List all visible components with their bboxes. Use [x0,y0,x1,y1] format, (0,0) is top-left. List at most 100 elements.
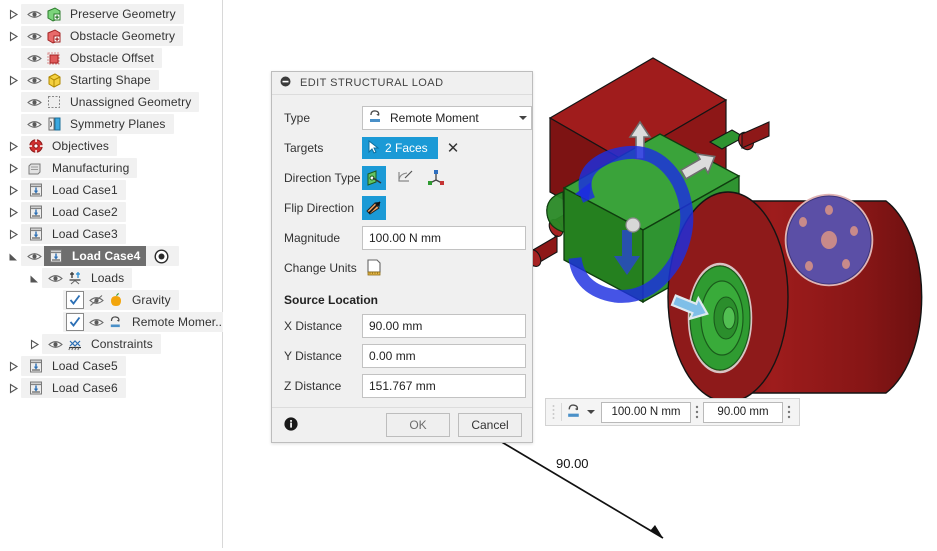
tree-item-gravity[interactable]: Gravity [47,289,179,311]
collapse-icon[interactable] [280,76,291,90]
drag-handle-icon[interactable] [550,403,558,421]
tree-item-body[interactable]: Obstacle Geometry [21,26,184,46]
visibility-icon[interactable] [24,246,44,266]
tree-item-body[interactable]: Objectives [21,136,118,156]
tree-item-body[interactable]: Obstacle Offset [21,48,162,68]
tree-item-load-case6[interactable]: Load Case6 [5,377,126,399]
visibility-off-icon[interactable] [86,290,106,310]
targets-selection-button[interactable]: 2 Faces [362,137,438,159]
expand-arrow-icon[interactable] [5,223,21,245]
visibility-icon[interactable] [24,48,44,68]
tree-item-body[interactable]: Load Case4 [21,246,180,266]
tree-item-manufacturing[interactable]: Manufacturing [5,157,138,179]
symmetry-planes-icon [44,114,63,134]
tree-item-label: Unassigned Geometry [70,95,192,109]
remote-moment-icon [106,312,125,332]
edit-structural-load-dialog[interactable]: EDIT STRUCTURAL LOAD Type Remote Moment [271,71,533,443]
load-value-hud[interactable]: 100.00 N mm 90.00 mm [545,398,800,426]
tree-item-label: Manufacturing [52,161,130,175]
clear-selection-button[interactable]: ✕ [447,141,460,156]
change-units-icon[interactable] [362,256,386,280]
tree-item-body[interactable]: Load Case6 [21,378,126,398]
z-distance-input[interactable]: 151.767 mm [362,374,526,398]
tree-item-load-case2[interactable]: Load Case2 [5,201,126,223]
direction-axes-icon[interactable] [424,166,448,190]
y-distance-input[interactable]: 0.00 mm [362,344,526,368]
visibility-icon[interactable] [24,70,44,90]
tree-item-starting-shape[interactable]: Starting Shape [5,69,159,91]
tree-item-body[interactable]: Preserve Geometry [21,4,184,24]
magnitude-input[interactable]: 100.00 N mm [362,226,526,250]
flip-direction-icon[interactable] [362,196,386,220]
cursor-icon [366,139,382,158]
visibility-icon[interactable] [24,4,44,24]
hud-distance-input[interactable]: 90.00 mm [703,401,783,423]
tree-item-body[interactable]: Load Case2 [21,202,126,222]
tree-item-label: Load Case2 [52,205,118,219]
ok-button[interactable]: OK [386,413,450,437]
tree-item-body[interactable]: Loads [42,268,133,288]
tree-item-unassigned-geometry[interactable]: Unassigned Geometry [5,91,200,113]
tree-item-body[interactable]: Load Case1 [21,180,126,200]
tree-item-body[interactable]: Starting Shape [21,70,159,90]
visibility-icon[interactable] [45,334,65,354]
expand-arrow-open-icon[interactable] [5,245,21,267]
direction-face-normal-icon[interactable] [362,166,386,190]
expand-arrow-icon[interactable] [5,69,21,91]
chevron-down-icon[interactable] [519,116,527,120]
expand-arrow-icon[interactable] [5,179,21,201]
expand-arrow-open-icon[interactable] [26,267,42,289]
tree-item-remote-momer[interactable]: Remote Momer... [47,311,234,333]
tree-item-load-case4[interactable]: Load Case4 [5,245,180,267]
tree-item-body[interactable]: Symmetry Planes [21,114,174,134]
tree-item-body[interactable]: Manufacturing [21,158,138,178]
hud-magnitude-more-icon[interactable] [691,402,703,422]
tree-item-symmetry-planes[interactable]: Symmetry Planes [5,113,174,135]
tree-item-label: Preserve Geometry [70,7,176,21]
suppress-checkbox[interactable] [66,291,84,309]
tree-item-body[interactable]: Load Case3 [21,224,126,244]
expand-arrow-icon[interactable] [5,157,21,179]
suppress-checkbox[interactable] [66,313,84,331]
visibility-icon[interactable] [24,26,44,46]
active-load-case-radio[interactable] [151,246,171,266]
tree-item-constraints[interactable]: Constraints [26,333,161,355]
visibility-icon[interactable] [86,312,106,332]
tree-item-body[interactable]: Unassigned Geometry [21,92,200,112]
tree-item-body[interactable]: Gravity [63,290,179,310]
visibility-icon[interactable] [24,114,44,134]
hud-chevron-down-icon[interactable] [587,410,595,414]
dialog-title-bar[interactable]: EDIT STRUCTURAL LOAD [272,72,532,95]
type-dropdown[interactable]: Remote Moment [362,106,532,130]
hud-remote-moment-icon[interactable] [565,402,583,423]
expand-arrow-icon[interactable] [5,135,21,157]
row-magnitude: Magnitude 100.00 N mm [284,223,526,253]
tree-item-obstacle-offset[interactable]: Obstacle Offset [5,47,162,69]
x-distance-input[interactable]: 90.00 mm [362,314,526,338]
tree-item-load-case5[interactable]: Load Case5 [5,355,126,377]
visibility-icon[interactable] [24,92,44,112]
model-browser-panel[interactable]: Preserve Geometry Obstacle Geometry Obstac… [0,0,234,548]
expand-arrow-icon[interactable] [26,333,42,355]
tree-item-body[interactable]: Remote Momer... [63,312,234,332]
hud-distance-more-icon[interactable] [783,402,795,422]
expand-arrow-icon[interactable] [5,201,21,223]
tree-item-obstacle-geometry[interactable]: Obstacle Geometry [5,25,184,47]
direction-edge-icon[interactable] [393,166,417,190]
expand-arrow-icon[interactable] [5,355,21,377]
cancel-button[interactable]: Cancel [458,413,522,437]
tree-item-preserve-geometry[interactable]: Preserve Geometry [5,3,184,25]
tree-item-objectives[interactable]: Objectives [5,135,118,157]
tree-item-load-case3[interactable]: Load Case3 [5,223,126,245]
expand-arrow-icon[interactable] [5,25,21,47]
expand-arrow-icon[interactable] [5,3,21,25]
tree-item-load-case1[interactable]: Load Case1 [5,179,126,201]
tree-item-loads[interactable]: Loads [26,267,133,289]
info-icon[interactable] [284,416,298,434]
selected-item[interactable]: Load Case4 [44,246,147,266]
tree-item-body[interactable]: Load Case5 [21,356,126,376]
expand-arrow-icon[interactable] [5,377,21,399]
visibility-icon[interactable] [45,268,65,288]
hud-magnitude-input[interactable]: 100.00 N mm [601,401,691,423]
tree-item-body[interactable]: Constraints [42,334,161,354]
